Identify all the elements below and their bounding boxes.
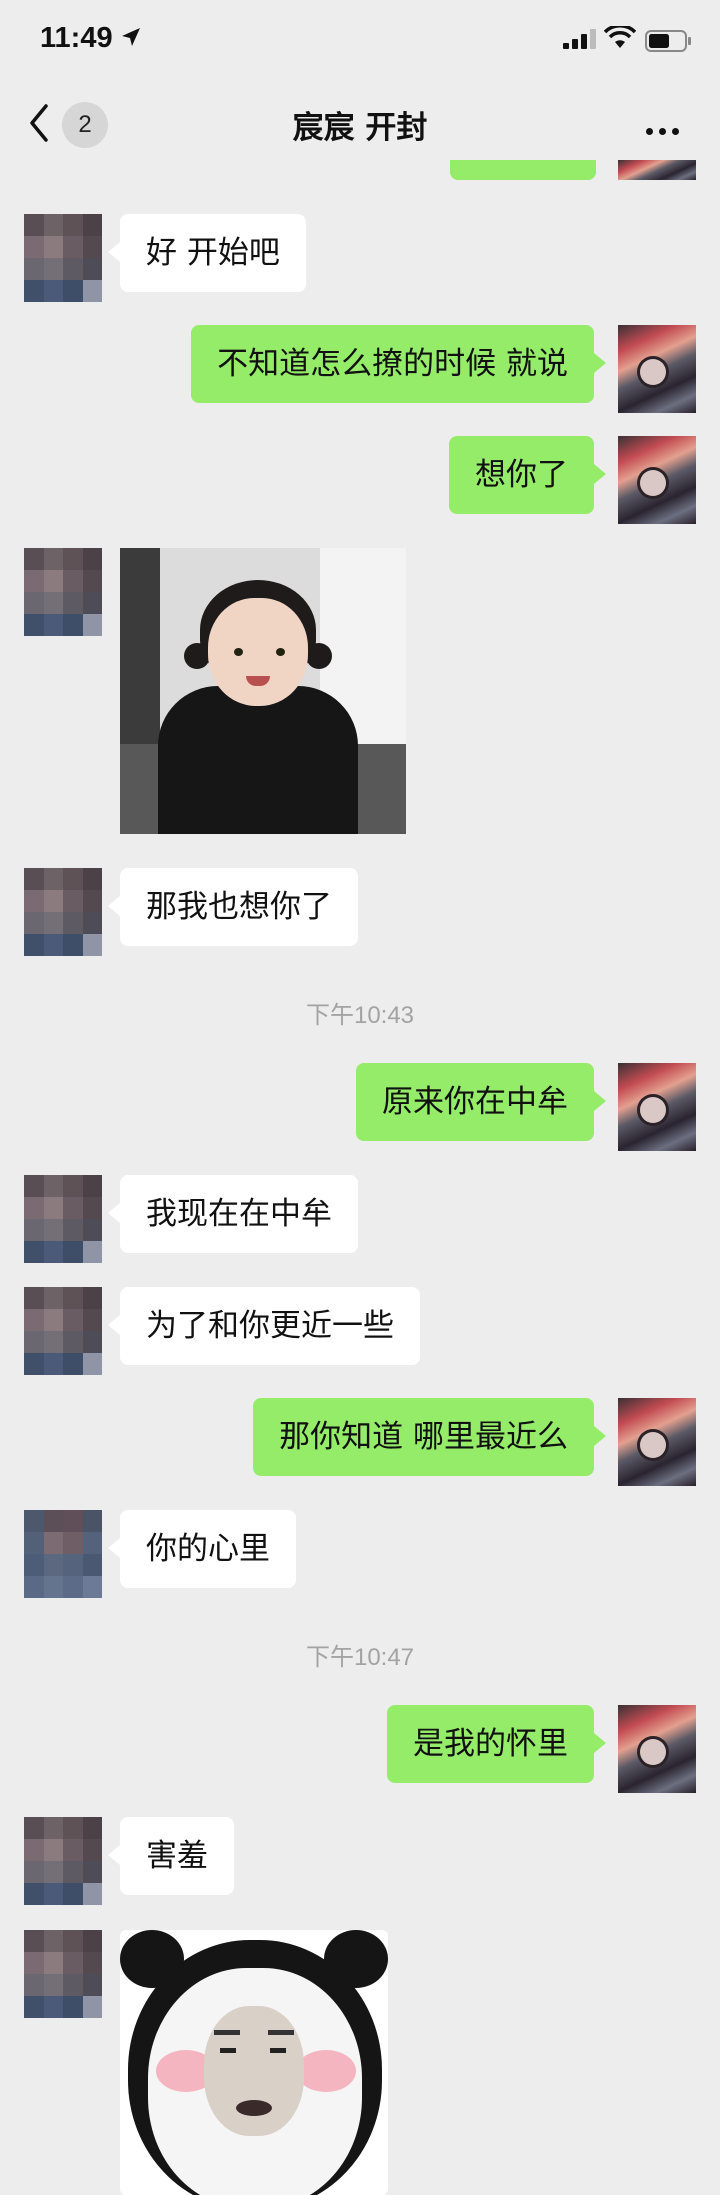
contact-avatar[interactable] bbox=[24, 1175, 102, 1263]
contact-avatar[interactable] bbox=[24, 1510, 102, 1598]
message-text: 想你了 bbox=[475, 457, 568, 493]
message-timestamp: 下午10:47 bbox=[305, 1644, 415, 1671]
status-time: 11:49 bbox=[40, 22, 113, 54]
message-bubble[interactable]: 不知道怎么撩的时候 就说 bbox=[191, 325, 606, 403]
message-text: 你的心里 bbox=[146, 1531, 270, 1567]
message-text: 是我的怀里 bbox=[413, 1726, 568, 1762]
my-avatar[interactable] bbox=[618, 436, 696, 524]
message-text: 那你知道 哪里最近么 bbox=[279, 1419, 568, 1455]
message-text: 我现在在中牟 bbox=[146, 1196, 332, 1232]
contact-avatar[interactable] bbox=[24, 1287, 102, 1375]
location-arrow-icon bbox=[122, 28, 140, 46]
message-text: 那我也想你了 bbox=[146, 889, 332, 925]
message-bubble[interactable]: 是我的怀里 bbox=[387, 1705, 606, 1783]
message-timestamp: 下午10:43 bbox=[305, 1002, 415, 1029]
my-avatar[interactable] bbox=[618, 1398, 696, 1486]
photo-message[interactable] bbox=[120, 548, 406, 834]
my-avatar[interactable] bbox=[618, 1063, 696, 1151]
unread-count-badge[interactable]: 2 bbox=[62, 102, 108, 148]
message-bubble[interactable]: 那你知道 哪里最近么 bbox=[253, 1398, 606, 1476]
sticker-message[interactable] bbox=[120, 1930, 388, 2195]
contact-avatar[interactable] bbox=[24, 868, 102, 956]
partial-message-bubble[interactable] bbox=[450, 160, 596, 180]
message-bubble[interactable]: 原来你在中牟 bbox=[356, 1063, 606, 1141]
contact-avatar[interactable] bbox=[24, 1817, 102, 1905]
contact-avatar[interactable] bbox=[24, 1930, 102, 2018]
message-text: 不知道怎么撩的时候 就说 bbox=[217, 346, 568, 382]
message-text: 为了和你更近一些 bbox=[146, 1308, 394, 1344]
message-bubble[interactable]: 你的心里 bbox=[108, 1510, 296, 1588]
contact-avatar[interactable] bbox=[24, 548, 102, 636]
my-avatar[interactable] bbox=[618, 1705, 696, 1793]
cellular-signal-icon bbox=[563, 29, 596, 49]
my-avatar[interactable] bbox=[618, 160, 696, 180]
battery-icon bbox=[645, 30, 691, 52]
message-text: 好 开始吧 bbox=[146, 235, 280, 271]
message-bubble[interactable]: 我现在在中牟 bbox=[108, 1175, 358, 1253]
back-chevron-icon[interactable] bbox=[24, 100, 54, 146]
message-bubble[interactable]: 害羞 bbox=[108, 1817, 234, 1895]
message-bubble[interactable]: 那我也想你了 bbox=[108, 868, 358, 946]
my-avatar[interactable] bbox=[618, 325, 696, 413]
chat-header: 2 宸宸 开封 bbox=[0, 80, 720, 168]
status-bar: 11:49 bbox=[0, 0, 720, 80]
message-text: 原来你在中牟 bbox=[382, 1084, 568, 1120]
chat-title: 宸宸 开封 bbox=[292, 110, 428, 146]
more-options-icon[interactable] bbox=[646, 120, 685, 139]
contact-avatar[interactable] bbox=[24, 214, 102, 302]
wifi-icon bbox=[604, 26, 636, 48]
message-bubble[interactable]: 想你了 bbox=[449, 436, 606, 514]
message-text: 害羞 bbox=[146, 1838, 208, 1874]
message-bubble[interactable]: 为了和你更近一些 bbox=[108, 1287, 420, 1365]
message-bubble[interactable]: 好 开始吧 bbox=[108, 214, 306, 292]
